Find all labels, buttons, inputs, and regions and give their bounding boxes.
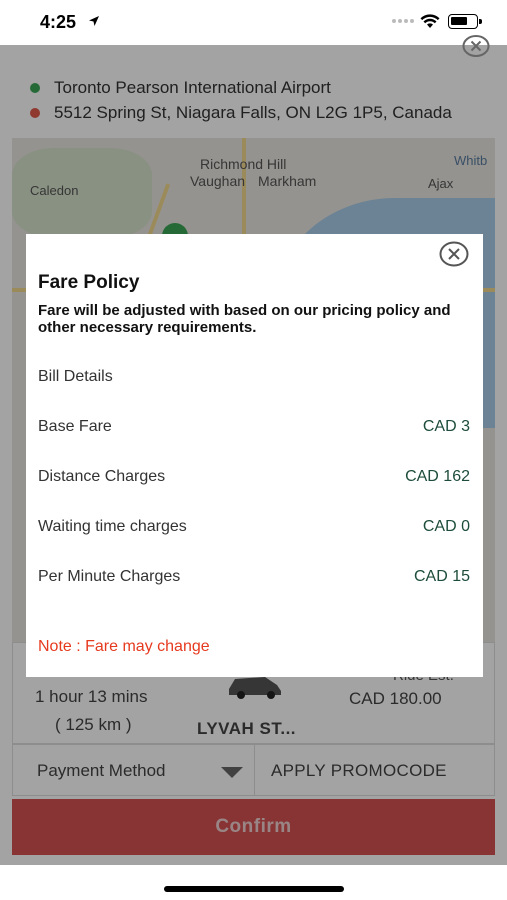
bill-label: Distance Charges bbox=[38, 468, 166, 485]
status-time: 4:25 bbox=[40, 12, 77, 32]
bill-value: CAD 15 bbox=[413, 568, 470, 585]
bill-row-waiting-time: Waiting time charges CAD 0 bbox=[38, 518, 470, 540]
bill-label: Waiting time charges bbox=[38, 518, 187, 535]
bill-value: CAD 162 bbox=[405, 468, 470, 485]
fare-policy-description: Fare will be adjusted with based on our … bbox=[38, 302, 451, 336]
status-bar: 4:25 bbox=[0, 0, 507, 45]
bill-row-per-minute: Per Minute Charges CAD 15 bbox=[38, 568, 470, 590]
bill-value: CAD 0 bbox=[422, 518, 470, 535]
close-icon[interactable] bbox=[462, 35, 490, 57]
location-arrow-icon bbox=[89, 16, 99, 26]
home-area bbox=[0, 865, 507, 900]
bill-value: CAD 3 bbox=[422, 418, 470, 435]
home-indicator[interactable] bbox=[164, 886, 344, 892]
battery-icon bbox=[448, 14, 482, 29]
wifi-icon bbox=[420, 14, 440, 28]
close-icon[interactable] bbox=[439, 241, 469, 267]
bill-label: Base Fare bbox=[38, 418, 112, 435]
bill-row-base-fare: Base Fare CAD 3 bbox=[38, 418, 470, 440]
modal-title: Fare Policy bbox=[38, 272, 140, 293]
signal-icon bbox=[392, 19, 414, 23]
bill-row-distance-charges: Distance Charges CAD 162 bbox=[38, 468, 470, 490]
bill-details-heading: Bill Details bbox=[38, 368, 113, 385]
fare-policy-dialog: Fare Policy Fare will be adjusted with b… bbox=[26, 234, 483, 677]
bill-label: Per Minute Charges bbox=[38, 568, 181, 585]
fare-note: Note : Fare may change bbox=[38, 638, 210, 655]
